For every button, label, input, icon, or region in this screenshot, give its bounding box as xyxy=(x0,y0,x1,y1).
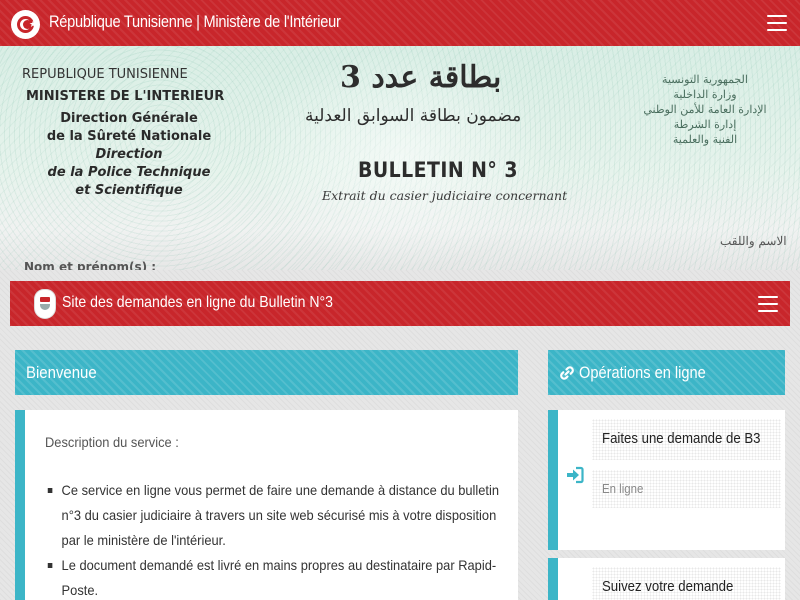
main-menu-hamburger-icon[interactable] xyxy=(767,15,787,31)
service-menu-hamburger-icon[interactable] xyxy=(758,296,778,312)
hero-banner-bulletin-image: REPUBLIQUE TUNISIENNE MINISTERE DE L'INT… xyxy=(0,46,800,270)
hero-arabic-title: بطاقة عدد 3 xyxy=(340,60,502,95)
operation-title[interactable]: Faites une demande de B3 xyxy=(602,430,761,447)
service-nav-bar: Site des demandes en ligne du Bulletin N… xyxy=(10,281,790,326)
operation-title-box[interactable]: Suivez votre demande xyxy=(592,567,781,600)
operation-card-request-b3[interactable]: Faites une demande de B3 En ligne xyxy=(548,410,785,550)
coat-of-arms-icon xyxy=(34,289,56,319)
hero-republique-text: REPUBLIQUE TUNISIENNE xyxy=(22,67,188,82)
welcome-title: Bienvenue xyxy=(26,363,97,382)
hero-arabic-header-block: الجمهورية التونسية وزارة الداخلية الإدار… xyxy=(643,73,767,146)
link-icon xyxy=(560,366,574,380)
operation-title-box[interactable]: Faites une demande de B3 xyxy=(592,419,781,460)
description-item: Le document demandé est livré en mains p… xyxy=(45,553,505,600)
hero-extrait-label: Extrait du casier judiciaire concernant xyxy=(322,188,568,203)
operation-subtitle-box: En ligne xyxy=(592,470,781,508)
hero-direction-text: Direction Générale de la Sûreté National… xyxy=(46,111,212,198)
hero-arabic-name-label: الاسم واللقب xyxy=(720,234,787,248)
service-description-card: Description du service : Ce service en l… xyxy=(15,410,518,600)
operations-header: Opérations en ligne xyxy=(548,350,785,395)
service-title: Site des demandes en ligne du Bulletin N… xyxy=(62,294,333,311)
operations-title: Opérations en ligne xyxy=(579,363,706,382)
welcome-header: Bienvenue xyxy=(15,350,518,395)
description-list: Ce service en ligne vous permet de faire… xyxy=(45,478,505,600)
hero-name-label: Nom et prénom(s) : xyxy=(24,260,157,270)
description-label: Description du service : xyxy=(45,434,179,450)
top-header-bar: ★ République Tunisienne | Ministère de l… xyxy=(0,0,800,46)
description-item: Ce service en ligne vous permet de faire… xyxy=(45,478,505,553)
site-title: République Tunisienne | Ministère de l'I… xyxy=(49,12,341,31)
hero-bulletin-label: BULLETIN N° 3 xyxy=(358,158,518,182)
hero-ministere-text: MINISTERE DE L'INTERIEUR xyxy=(26,89,225,104)
tunisia-flag-icon: ★ xyxy=(11,10,40,39)
hero-arabic-subtitle: مضمون بطاقة السوابق العدلية xyxy=(305,106,522,126)
sign-in-icon xyxy=(567,466,584,484)
operation-title[interactable]: Suivez votre demande xyxy=(602,578,733,595)
operation-card-track-request[interactable]: Suivez votre demande xyxy=(548,558,785,600)
operation-subtitle: En ligne xyxy=(602,481,644,496)
